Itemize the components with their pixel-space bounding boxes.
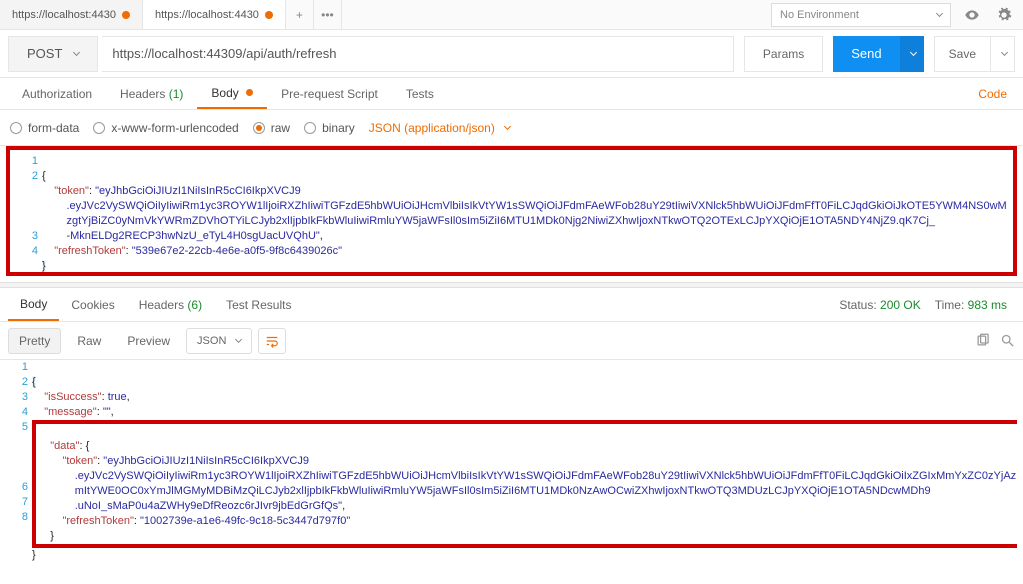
request-bar: POST Params Send Save [0,30,1023,78]
chevron-down-icon [936,10,943,17]
send-dropdown[interactable] [900,36,924,72]
status-code: 200 OK [880,298,921,312]
chevron-down-icon [235,336,242,343]
generate-code-link[interactable]: Code [978,87,1015,101]
radio-urlencoded[interactable]: x-www-form-urlencoded [93,121,238,135]
tab-pre-request[interactable]: Pre-request Script [267,78,392,109]
chevron-down-icon [1001,49,1008,56]
copy-response-icon[interactable] [975,333,990,348]
preview-env-icon[interactable] [959,2,985,28]
body-dirty-icon [246,89,253,96]
tab-tests[interactable]: Tests [392,78,448,109]
request-tab-0[interactable]: https://localhost:4430 [0,0,143,29]
radio-binary[interactable]: binary [304,121,355,135]
environment-label: No Environment [780,9,859,21]
search-response-icon[interactable] [1000,333,1015,348]
wrap-lines-button[interactable] [258,328,286,354]
view-pretty[interactable]: Pretty [8,328,61,354]
new-tab-button[interactable]: + [286,0,314,29]
request-section-tabs: Authorization Headers (1) Body Pre-reque… [0,78,1023,110]
tab-dirty-icon [265,11,273,19]
response-section-tabs: Body Cookies Headers (6) Test Results St… [0,288,1023,322]
tab-title: https://localhost:4430 [12,9,116,21]
request-url-input[interactable] [102,36,734,72]
chevron-down-icon [73,49,80,56]
tab-body-label: Body [211,86,238,100]
request-tab-bar: https://localhost:4430 https://localhost… [0,0,1023,30]
tab-overflow-button[interactable]: ••• [314,0,342,29]
settings-icon[interactable] [991,2,1017,28]
params-button[interactable]: Params [744,36,823,72]
environment-selector[interactable]: No Environment [771,3,951,27]
tab-body[interactable]: Body [197,78,267,109]
resp-tab-test-results[interactable]: Test Results [214,288,303,321]
content-type-label: JSON (application/json) [369,121,495,135]
save-button[interactable]: Save [934,36,991,72]
response-body-viewer[interactable]: 12345678 { "isSuccess": true, "message":… [0,360,1023,584]
resp-tab-body[interactable]: Body [8,288,59,321]
body-type-selector: form-data x-www-form-urlencoded raw bina… [0,110,1023,146]
response-time: 983 ms [968,298,1007,312]
tab-headers-label: Headers [120,87,165,101]
highlighted-data-block: "data": { "token": "eyJhbGciOiJIUzI1NiIs… [32,420,1017,548]
view-preview[interactable]: Preview [117,328,180,354]
radio-form-data[interactable]: form-data [10,121,79,135]
http-method-selector[interactable]: POST [8,36,98,72]
tab-authorization[interactable]: Authorization [8,78,106,109]
content-type-selector[interactable]: JSON (application/json) [369,121,510,135]
headers-count: (1) [169,87,184,101]
resp-headers-count: (6) [187,298,202,312]
method-label: POST [27,46,62,61]
line-gutter: 1234 [24,154,42,289]
tab-dirty-icon [122,11,130,19]
code-area[interactable]: { "token": "eyJhbGciOiJIUzI1NiIsInR5cCI6… [42,154,1007,289]
chevron-down-icon [910,49,917,56]
radio-raw[interactable]: raw [253,121,290,135]
view-raw[interactable]: Raw [67,328,111,354]
response-status: Status: 200 OK Time: 983 ms [839,298,1015,312]
send-label: Send [851,46,881,61]
response-view-bar: Pretty Raw Preview JSON [0,322,1023,360]
line-gutter: 12345678 [14,360,32,578]
tab-headers[interactable]: Headers (1) [106,78,197,109]
resp-tab-cookies[interactable]: Cookies [59,288,126,321]
chevron-down-icon [504,123,511,130]
code-area: { "isSuccess": true, "message": "", "dat… [32,360,1017,578]
syntax-selector[interactable]: JSON [186,328,252,354]
resp-tab-headers[interactable]: Headers (6) [127,288,214,321]
send-button[interactable]: Send [833,36,899,72]
tab-title: https://localhost:4430 [155,9,259,21]
request-tab-1[interactable]: https://localhost:4430 [143,0,286,29]
request-body-editor[interactable]: 1234 { "token": "eyJhbGciOiJIUzI1NiIsInR… [6,146,1017,276]
save-dropdown[interactable] [991,36,1015,72]
